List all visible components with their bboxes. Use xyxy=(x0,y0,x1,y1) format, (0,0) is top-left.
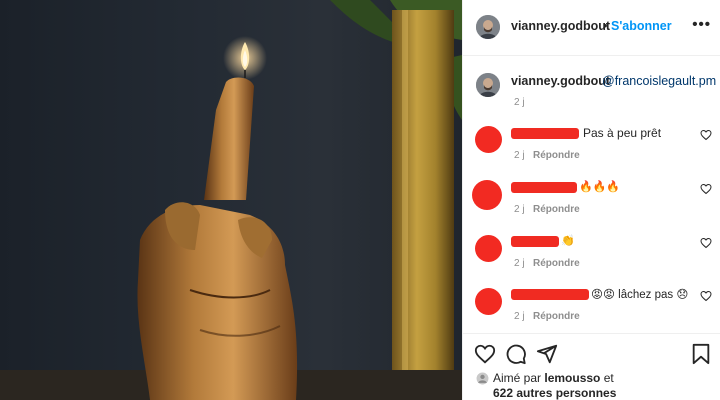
reply-button[interactable]: Répondre xyxy=(533,258,580,269)
heart-icon[interactable] xyxy=(700,290,712,302)
comment-timestamp[interactable]: 2 j xyxy=(514,150,525,161)
separator-dot: • xyxy=(603,19,608,33)
likes-summary: Aimé par lemousso et 622 autres personne… xyxy=(476,371,616,400)
follow-button[interactable]: S'abonner xyxy=(611,19,672,33)
redacted-avatar xyxy=(475,235,502,262)
comment-timestamp[interactable]: 2 j xyxy=(514,204,525,215)
comment-item: 👏 2 j Répondre xyxy=(463,234,720,284)
like-heart-icon[interactable] xyxy=(474,343,496,365)
redacted-username xyxy=(511,128,579,139)
author-username[interactable]: vianney.godbout xyxy=(511,19,610,33)
comment-text: Pas à peu prêt xyxy=(583,126,662,140)
liked-by-avatar-icon xyxy=(476,372,489,385)
comment-item: 🔥🔥🔥 2 j Répondre xyxy=(463,180,720,230)
reply-button[interactable]: Répondre xyxy=(533,150,580,161)
comment-text: 👏 xyxy=(561,235,575,247)
reply-button[interactable]: Répondre xyxy=(533,311,580,322)
redacted-avatar xyxy=(472,180,502,210)
likes-conj: et xyxy=(603,371,614,385)
redacted-username xyxy=(511,236,559,247)
reply-button[interactable]: Répondre xyxy=(533,204,580,215)
likes-prefix: Aimé par xyxy=(493,371,542,385)
bookmark-icon[interactable] xyxy=(690,343,712,365)
heart-icon[interactable] xyxy=(700,129,712,141)
heart-icon[interactable] xyxy=(700,183,712,195)
caption-username[interactable]: vianney.godbout xyxy=(511,74,610,88)
post-side-panel: vianney.godbout • S'abonner ••• vianney.… xyxy=(462,0,720,400)
caption-avatar[interactable] xyxy=(476,73,500,97)
comment-timestamp[interactable]: 2 j xyxy=(514,258,525,269)
post-header: vianney.godbout • S'abonner ••• xyxy=(463,0,720,56)
caption-mention-link[interactable]: @francoislegault.pm xyxy=(602,74,716,88)
more-icon[interactable]: ••• xyxy=(692,16,711,33)
comment-item: 😡😡 lâchez pas 😞 2 j Répondre xyxy=(463,287,720,337)
comment-item: Pas à peu prêt 2 j Répondre xyxy=(463,126,720,176)
author-avatar[interactable] xyxy=(476,15,500,39)
comment-text: 😡😡 lâchez pas 😞 xyxy=(591,289,689,301)
comment-text: 🔥🔥🔥 xyxy=(579,181,621,193)
post-actions: Aimé par lemousso et 622 autres personne… xyxy=(463,333,720,400)
candle-hand-image xyxy=(0,0,462,400)
caption-timestamp[interactable]: 2 j xyxy=(514,97,525,108)
post-photo xyxy=(0,0,462,400)
comment-timestamp[interactable]: 2 j xyxy=(514,311,525,322)
share-icon[interactable] xyxy=(536,343,558,365)
comment-icon[interactable] xyxy=(505,343,527,365)
likes-others-link[interactable]: 622 autres personnes xyxy=(493,386,616,400)
redacted-username xyxy=(511,289,589,300)
likes-user-link[interactable]: lemousso xyxy=(544,371,600,385)
redacted-avatar xyxy=(475,288,502,315)
heart-icon[interactable] xyxy=(700,237,712,249)
redacted-username xyxy=(511,182,577,193)
redacted-avatar xyxy=(475,126,502,153)
